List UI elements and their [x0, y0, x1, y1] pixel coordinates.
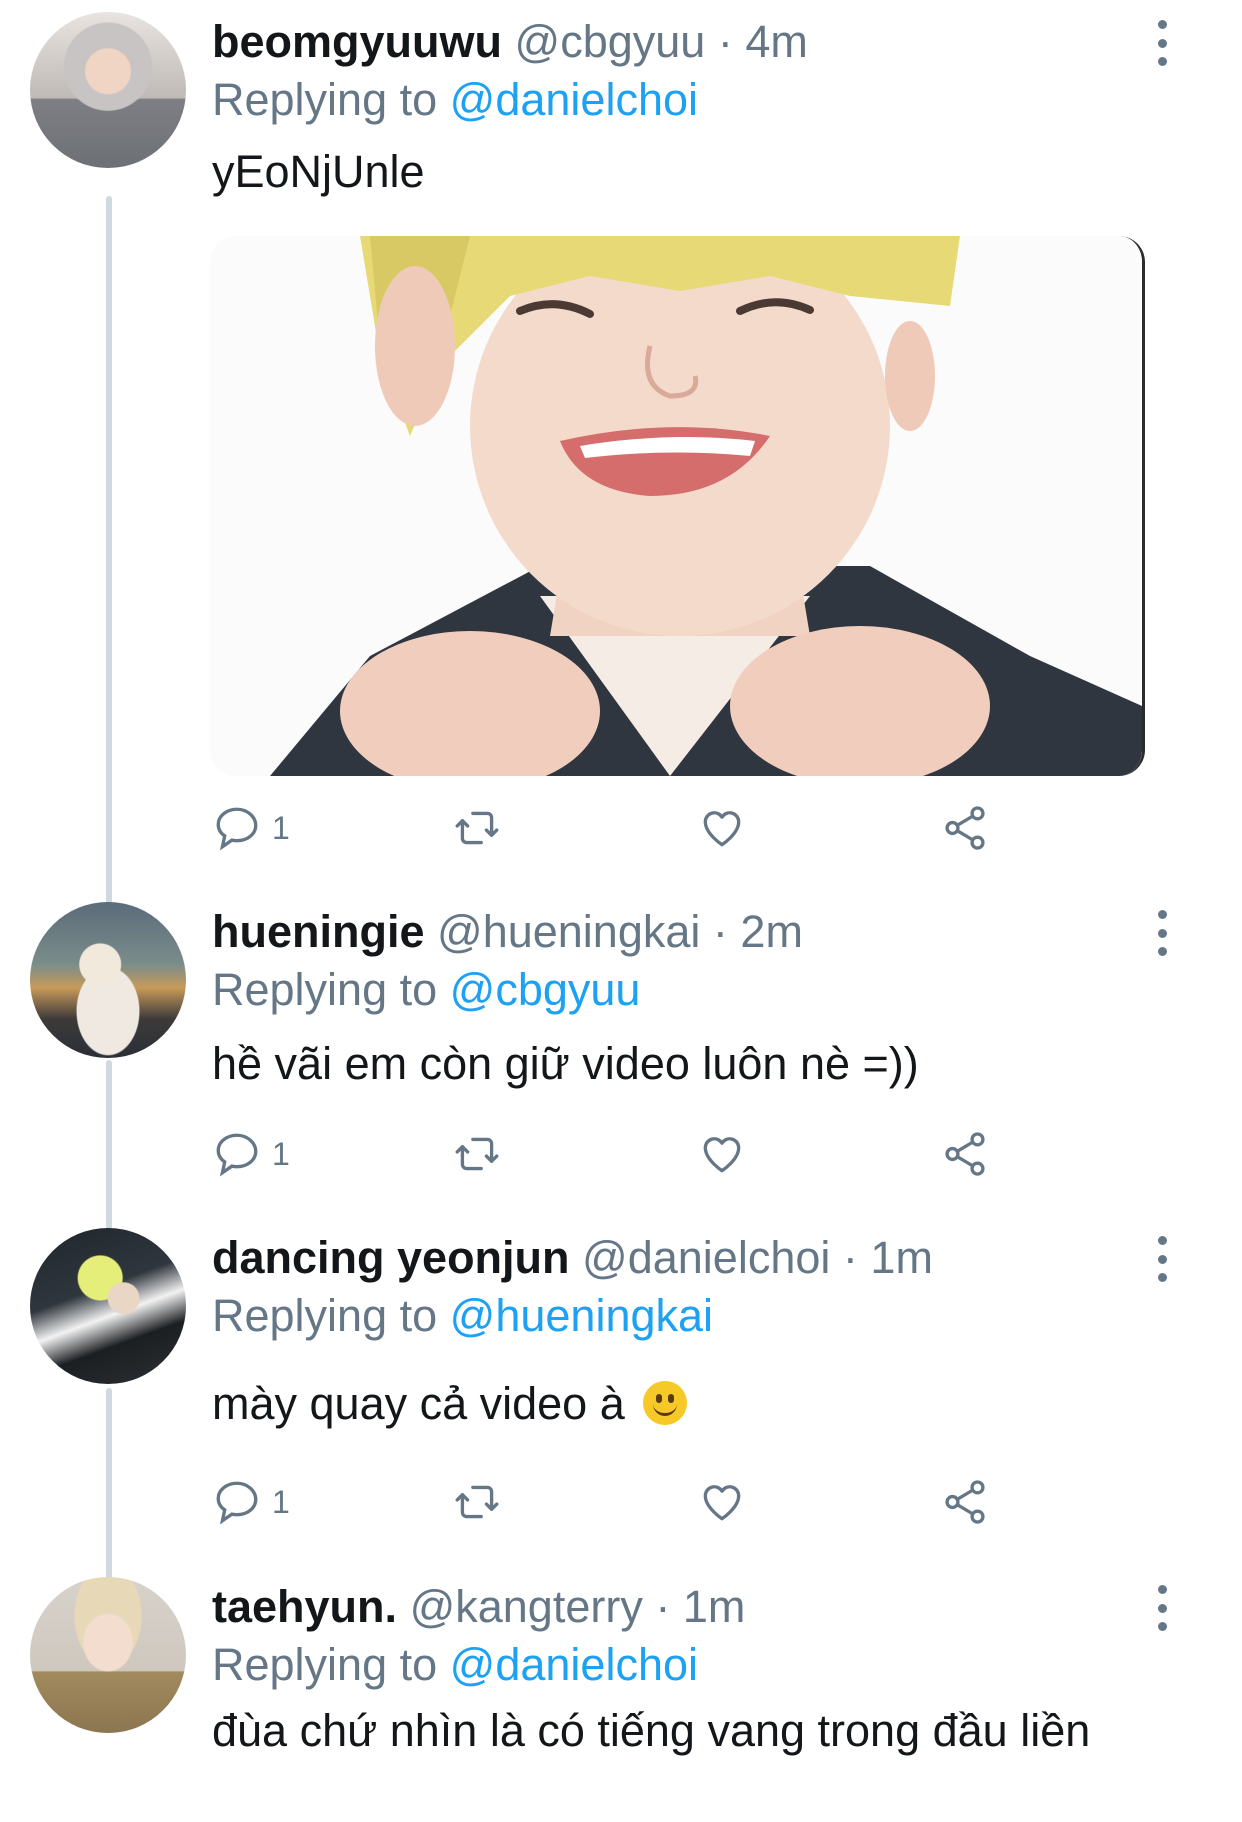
- tweet-actions: 1: [212, 800, 1012, 856]
- reply-button[interactable]: 1: [212, 1126, 290, 1182]
- replying-prefix: Replying to: [212, 74, 438, 125]
- tweet-header: dancing yeonjun @danielchoi · 1m: [212, 1228, 933, 1288]
- timestamp[interactable]: 4m: [745, 16, 808, 67]
- share-button[interactable]: [940, 1126, 990, 1182]
- retweet-button[interactable]: [452, 1126, 502, 1182]
- mention-link[interactable]: @cbgyuu: [450, 964, 641, 1015]
- replying-prefix: Replying to: [212, 964, 438, 1015]
- tweet-actions: 1: [212, 1126, 1012, 1182]
- tweet-header: taehyun. @kangterry · 1m: [212, 1577, 745, 1637]
- user-handle[interactable]: @cbgyuu: [515, 16, 706, 67]
- tweet-text: hề vãi em còn giữ video luôn nè =)): [212, 1038, 919, 1089]
- replying-to: Replying to @danielchoi: [212, 70, 698, 130]
- avatar[interactable]: [30, 1228, 186, 1384]
- tweet[interactable]: dancing yeonjun @danielchoi · 1m Replyin…: [0, 1216, 1242, 1556]
- share-button[interactable]: [940, 800, 990, 856]
- retweet-icon: [455, 811, 499, 845]
- more-vertical-icon[interactable]: [1150, 20, 1174, 66]
- reply-button[interactable]: 1: [212, 800, 290, 856]
- retweet-icon: [455, 1137, 499, 1171]
- tweet-text: yEoNjUnle: [212, 146, 425, 197]
- reply-count: 1: [272, 1135, 290, 1172]
- user-handle[interactable]: @danielchoi: [582, 1232, 830, 1283]
- retweet-button[interactable]: [452, 800, 502, 856]
- share-icon: [945, 1480, 985, 1524]
- retweet-button[interactable]: [452, 1474, 502, 1530]
- share-icon: [945, 806, 985, 850]
- replying-to: Replying to @cbgyuu: [212, 960, 640, 1020]
- avatar[interactable]: [30, 1577, 186, 1733]
- tweet-text: đùa chứ nhìn là có tiếng vang trong đầu …: [212, 1705, 1091, 1756]
- tweet-media-image[interactable]: [210, 236, 1145, 776]
- replying-prefix: Replying to: [212, 1639, 438, 1690]
- display-name[interactable]: taehyun.: [212, 1581, 397, 1632]
- separator: ·: [655, 1581, 671, 1632]
- replying-prefix: Replying to: [212, 1290, 438, 1341]
- timestamp[interactable]: 1m: [870, 1232, 933, 1283]
- tweet-text-content: mày quay cả video à: [212, 1378, 625, 1429]
- slightly-smiling-face-icon: [643, 1381, 688, 1425]
- reply-count: 1: [272, 809, 290, 846]
- tweet-text: mày quay cả video à: [212, 1376, 1132, 1432]
- more-vertical-icon[interactable]: [1150, 910, 1174, 956]
- more-vertical-icon[interactable]: [1150, 1236, 1174, 1282]
- tweet-actions: 1: [212, 1474, 1012, 1530]
- tweet[interactable]: hueningie @hueningkai · 2m Replying to @…: [0, 890, 1242, 1210]
- retweet-icon: [455, 1485, 499, 1519]
- reply-bubble-icon: [216, 1133, 258, 1177]
- share-button[interactable]: [940, 1474, 990, 1530]
- reply-count: 1: [272, 1483, 290, 1520]
- replying-to: Replying to @danielchoi: [212, 1635, 698, 1695]
- tweet[interactable]: beomgyuuwu @cbgyuu · 4m Replying to @dan…: [0, 0, 1242, 880]
- display-name[interactable]: hueningie: [212, 906, 425, 957]
- reply-button[interactable]: 1: [212, 1474, 290, 1530]
- tweet[interactable]: taehyun. @kangterry · 1m Replying to @da…: [0, 1565, 1242, 1822]
- tweet-header: beomgyuuwu @cbgyuu · 4m: [212, 12, 808, 72]
- user-handle[interactable]: @hueningkai: [437, 906, 700, 957]
- like-button[interactable]: [697, 1474, 747, 1530]
- separator: ·: [717, 16, 733, 67]
- display-name[interactable]: dancing yeonjun: [212, 1232, 570, 1283]
- replying-to: Replying to @hueningkai: [212, 1286, 713, 1346]
- media-photo: [210, 236, 1142, 776]
- user-handle[interactable]: @kangterry: [410, 1581, 643, 1632]
- reply-bubble-icon: [216, 1481, 258, 1525]
- mention-link[interactable]: @danielchoi: [450, 1639, 698, 1690]
- display-name[interactable]: beomgyuuwu: [212, 16, 502, 67]
- like-button[interactable]: [697, 1126, 747, 1182]
- share-icon: [945, 1132, 985, 1176]
- more-vertical-icon[interactable]: [1150, 1585, 1174, 1631]
- separator: ·: [842, 1232, 858, 1283]
- heart-icon: [703, 1485, 741, 1521]
- reply-bubble-icon: [216, 807, 258, 851]
- heart-icon: [703, 811, 741, 847]
- timestamp[interactable]: 2m: [740, 906, 803, 957]
- avatar[interactable]: [30, 902, 186, 1058]
- avatar[interactable]: [30, 12, 186, 168]
- heart-icon: [703, 1137, 741, 1173]
- separator: ·: [712, 906, 728, 957]
- tweet-header: hueningie @hueningkai · 2m: [212, 902, 803, 962]
- like-button[interactable]: [697, 800, 747, 856]
- mention-link[interactable]: @danielchoi: [450, 74, 698, 125]
- timestamp[interactable]: 1m: [683, 1581, 746, 1632]
- mention-link[interactable]: @hueningkai: [450, 1290, 713, 1341]
